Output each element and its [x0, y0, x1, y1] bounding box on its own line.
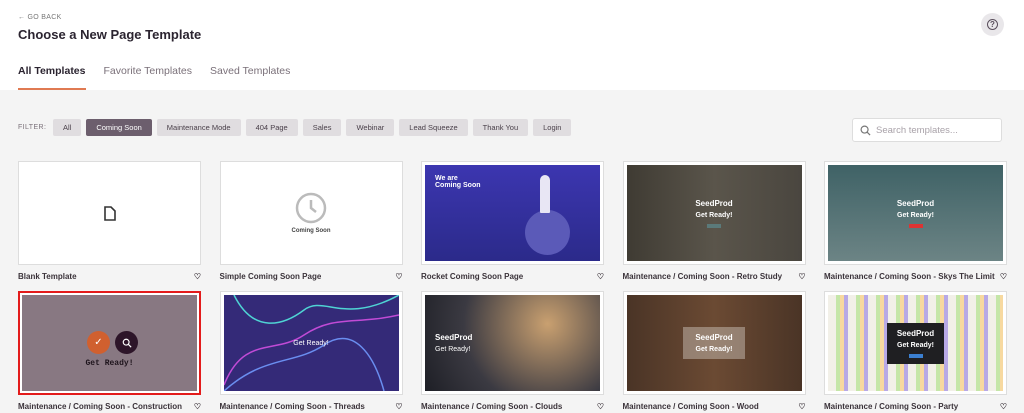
- thumb-text: Get Ready!: [695, 211, 733, 219]
- thumb-text: Coming Soon: [291, 228, 331, 234]
- template-name: Maintenance / Coming Soon - Skys The Lim…: [824, 271, 995, 281]
- template-name: Maintenance / Coming Soon - Threads: [219, 401, 365, 411]
- thumb-logo: SeedProd: [695, 333, 733, 342]
- search-icon: [860, 125, 871, 136]
- template-card[interactable]: We are Coming Soon Rocket Coming Soon Pa…: [421, 161, 604, 283]
- template-grid: Blank Template ♡ Coming Soon Simple Comin…: [18, 161, 1007, 413]
- template-name: Maintenance / Coming Soon - Construction: [18, 401, 182, 411]
- clock-icon: [295, 192, 327, 224]
- thumb-logo: SeedProd: [896, 328, 935, 338]
- preview-button[interactable]: [115, 331, 138, 354]
- filter-sales[interactable]: Sales: [302, 119, 342, 136]
- template-card-selected[interactable]: Get Ready! ✓ Maintenance / Coming Soon -…: [18, 291, 201, 413]
- thumb-text: Get Ready!: [897, 341, 934, 349]
- template-card[interactable]: SeedProd Get Ready! Maintenance / Coming…: [824, 161, 1007, 283]
- tab-saved-templates[interactable]: Saved Templates: [210, 65, 290, 90]
- heart-icon[interactable]: ♡: [395, 402, 402, 411]
- heart-icon[interactable]: ♡: [1000, 402, 1007, 411]
- thumb-logo: SeedProd: [896, 198, 935, 208]
- document-icon: [103, 205, 116, 221]
- thumb-text: Get Ready!: [293, 339, 329, 347]
- template-name: Maintenance / Coming Soon - Wood: [622, 401, 759, 411]
- heart-icon[interactable]: ♡: [798, 402, 805, 411]
- tab-all-templates[interactable]: All Templates: [18, 65, 86, 90]
- check-icon: ✓: [94, 337, 103, 348]
- tab-favorite-templates[interactable]: Favorite Templates: [104, 65, 193, 90]
- template-name: Simple Coming Soon Page: [219, 271, 322, 281]
- search-input[interactable]: [876, 124, 996, 136]
- template-card[interactable]: Get Ready! Maintenance / Coming Soon - T…: [219, 291, 403, 413]
- use-template-button[interactable]: ✓: [87, 331, 110, 354]
- filter-bar: All Coming Soon Maintenance Mode 404 Pag…: [53, 119, 572, 136]
- header: ← GO BACK Choose a New Page Template ? A…: [0, 0, 1024, 90]
- heart-icon[interactable]: ♡: [597, 402, 604, 411]
- filter-404-page[interactable]: 404 Page: [245, 119, 298, 136]
- heart-icon[interactable]: ♡: [395, 272, 402, 281]
- template-name: Maintenance / Coming Soon - Retro Study: [622, 271, 783, 281]
- heart-icon[interactable]: ♡: [194, 402, 201, 411]
- tabs: All Templates Favorite Templates Saved T…: [18, 65, 290, 90]
- template-name: Maintenance / Coming Soon - Party: [824, 401, 959, 411]
- thumb-text: Get Ready!: [85, 358, 134, 368]
- zoom-icon: [122, 338, 132, 348]
- template-card[interactable]: Coming Soon Simple Coming Soon Page ♡: [219, 161, 403, 283]
- go-back-link[interactable]: ← GO BACK: [18, 14, 62, 21]
- search-box: [852, 118, 1002, 142]
- cloud-shape: [525, 210, 570, 255]
- heart-icon[interactable]: ♡: [597, 272, 604, 281]
- filter-maintenance-mode[interactable]: Maintenance Mode: [156, 119, 241, 136]
- filter-all[interactable]: All: [53, 119, 82, 136]
- thumb-text: We are Coming Soon: [435, 175, 481, 189]
- help-button[interactable]: ?: [981, 13, 1004, 36]
- filter-label: FILTER:: [18, 124, 47, 131]
- page-title: Choose a New Page Template: [18, 27, 202, 42]
- template-card[interactable]: SeedProd Get Ready! Maintenance / Coming…: [421, 291, 604, 413]
- template-name: Blank Template: [18, 271, 77, 281]
- filter-login[interactable]: Login: [533, 119, 572, 136]
- thumb-text: Get Ready!: [897, 211, 934, 219]
- template-card[interactable]: SeedProd Get Ready! Maintenance / Coming…: [622, 161, 806, 283]
- template-card[interactable]: SeedProd Get Ready! Maintenance / Coming…: [622, 291, 806, 413]
- question-circle-icon: ?: [987, 19, 998, 30]
- heart-icon[interactable]: ♡: [1000, 272, 1007, 281]
- template-name: Maintenance / Coming Soon - Clouds: [421, 401, 563, 411]
- thumb-logo: SeedProd: [695, 198, 733, 208]
- heart-icon[interactable]: ♡: [798, 272, 805, 281]
- template-card[interactable]: SeedProd Get Ready! Maintenance / Coming…: [824, 291, 1007, 413]
- filter-lead-squeeze[interactable]: Lead Squeeze: [399, 119, 468, 136]
- filter-thank-you[interactable]: Thank You: [472, 119, 529, 136]
- template-name: Rocket Coming Soon Page: [421, 271, 524, 281]
- rocket-shape: [540, 175, 550, 213]
- heart-icon[interactable]: ♡: [194, 272, 201, 281]
- thumb-text: Get Ready!: [435, 346, 471, 353]
- thumb-logo: SeedProd: [435, 333, 473, 342]
- filter-coming-soon[interactable]: Coming Soon: [86, 119, 152, 136]
- template-card[interactable]: Blank Template ♡: [18, 161, 201, 283]
- filter-webinar[interactable]: Webinar: [346, 119, 395, 136]
- thumb-text: Get Ready!: [695, 346, 733, 353]
